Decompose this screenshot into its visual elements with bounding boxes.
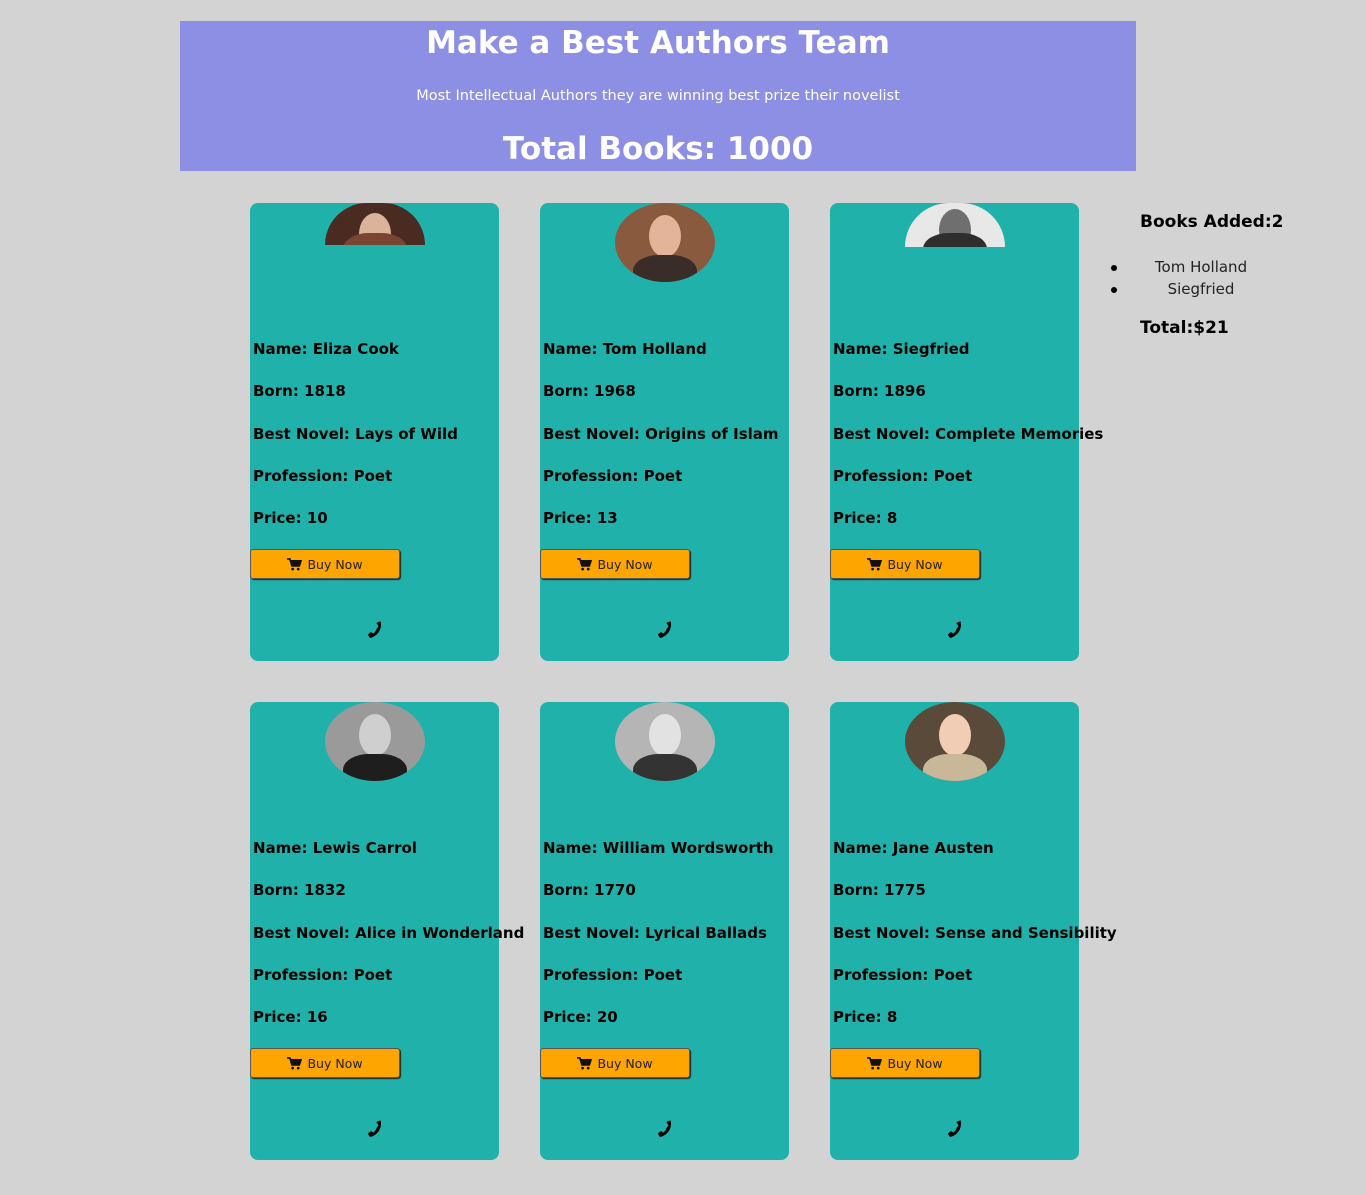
author-price: Price: 13	[543, 509, 618, 527]
author-photo	[905, 702, 1005, 781]
phone-icon[interactable]	[944, 619, 966, 641]
author-photo	[325, 203, 425, 245]
author-name: Name: Jane Austen	[833, 839, 994, 857]
author-profession: Profession: Poet	[543, 966, 683, 984]
cart-icon	[577, 1056, 593, 1070]
cart-icon	[287, 1056, 303, 1070]
author-photo	[325, 702, 425, 781]
author-born: Born: 1968	[543, 382, 636, 400]
page-header: Make a Best Authors Team Most Intellectu…	[180, 21, 1136, 171]
buy-now-label: Buy Now	[887, 556, 943, 572]
author-best-novel: Best Novel: Alice in Wonderland	[253, 924, 525, 942]
author-name: Name: Siegfried	[833, 340, 970, 358]
author-born: Born: 1832	[253, 881, 346, 899]
author-price: Price: 20	[543, 1008, 618, 1026]
buy-now-button[interactable]: Buy Now	[830, 1048, 980, 1078]
buy-now-label: Buy Now	[597, 1055, 653, 1071]
author-name: Name: William Wordsworth	[543, 839, 774, 857]
buy-now-button[interactable]: Buy Now	[540, 1048, 690, 1078]
author-name: Name: Eliza Cook	[253, 340, 399, 358]
author-profession: Profession: Poet	[253, 966, 393, 984]
author-card: Name: Eliza Cook Born: 1818 Best Novel: …	[250, 203, 499, 661]
phone-icon[interactable]	[364, 619, 386, 641]
author-born: Born: 1818	[253, 382, 346, 400]
total-books: Total Books: 1000	[502, 131, 814, 167]
buy-now-button[interactable]: Buy Now	[250, 549, 400, 579]
cart-list: Tom Holland Siegfried	[1106, 256, 1296, 300]
phone-icon[interactable]	[944, 1118, 966, 1140]
page-title: Make a Best Authors Team	[426, 25, 890, 61]
buy-now-button[interactable]: Buy Now	[540, 549, 690, 579]
buy-now-button[interactable]: Buy Now	[250, 1048, 400, 1078]
phone-icon[interactable]	[654, 1118, 676, 1140]
author-card: Name: William Wordsworth Born: 1770 Best…	[540, 702, 789, 1160]
author-profession: Profession: Poet	[543, 467, 683, 485]
author-price: Price: 8	[833, 509, 898, 527]
author-photo	[905, 203, 1005, 247]
cart-item: Tom Holland	[1106, 256, 1296, 278]
author-best-novel: Best Novel: Lyrical Ballads	[543, 924, 767, 942]
author-born: Born: 1896	[833, 382, 926, 400]
phone-icon[interactable]	[364, 1118, 386, 1140]
author-profession: Profession: Poet	[833, 966, 973, 984]
author-best-novel: Best Novel: Lays of Wild	[253, 425, 458, 443]
cart-icon	[867, 1056, 883, 1070]
author-photo	[615, 203, 715, 282]
cart-icon	[867, 557, 883, 571]
author-photo	[615, 702, 715, 781]
books-added-count: Books Added:2	[1140, 212, 1284, 232]
cart-item-label: Tom Holland	[1154, 258, 1248, 276]
cart-icon	[287, 557, 303, 571]
author-name: Name: Tom Holland	[543, 340, 707, 358]
buy-now-button[interactable]: Buy Now	[830, 549, 980, 579]
author-best-novel: Best Novel: Origins of Islam	[543, 425, 779, 443]
cart-item-label: Siegfried	[1167, 280, 1235, 298]
buy-now-label: Buy Now	[307, 556, 363, 572]
buy-now-label: Buy Now	[887, 1055, 943, 1071]
buy-now-label: Buy Now	[597, 556, 653, 572]
author-card: Name: Siegfried Born: 1896 Best Novel: C…	[830, 203, 1103, 661]
author-price: Price: 10	[253, 509, 328, 527]
buy-now-label: Buy Now	[307, 1055, 363, 1071]
author-card: Name: Tom Holland Born: 1968 Best Novel:…	[540, 203, 789, 661]
author-price: Price: 8	[833, 1008, 898, 1026]
phone-icon[interactable]	[654, 619, 676, 641]
author-profession: Profession: Poet	[833, 467, 973, 485]
author-card: Name: Jane Austen Born: 1775 Best Novel:…	[830, 702, 1117, 1160]
cart-icon	[577, 557, 593, 571]
author-profession: Profession: Poet	[253, 467, 393, 485]
cart-total: Total:$21	[1140, 318, 1229, 338]
author-best-novel: Best Novel: Sense and Sensibility	[833, 924, 1117, 942]
author-price: Price: 16	[253, 1008, 328, 1026]
page-subtitle: Most Intellectual Authors they are winni…	[416, 88, 900, 104]
author-born: Born: 1775	[833, 881, 926, 899]
author-born: Born: 1770	[543, 881, 636, 899]
author-best-novel: Best Novel: Complete Memories	[833, 425, 1104, 443]
author-name: Name: Lewis Carrol	[253, 839, 417, 857]
author-card: Name: Lewis Carrol Born: 1832 Best Novel…	[250, 702, 524, 1160]
cart-item: Siegfried	[1106, 278, 1296, 300]
